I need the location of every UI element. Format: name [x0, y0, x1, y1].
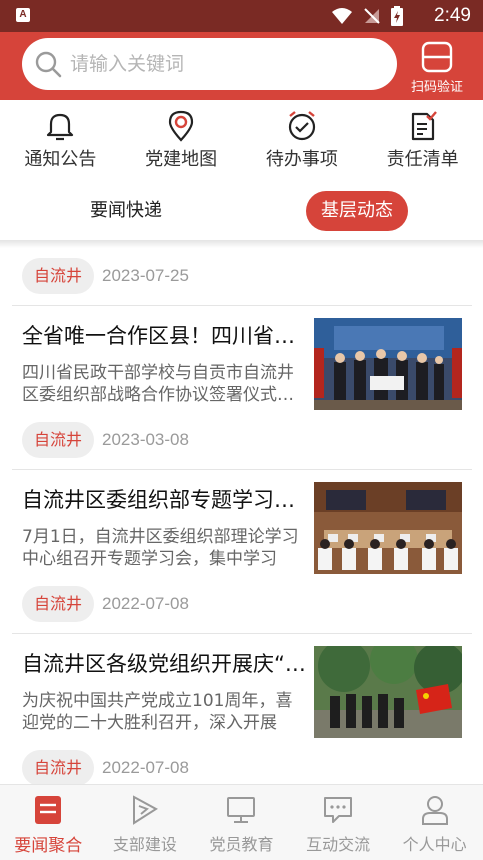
- news-feed[interactable]: 自流井 2023-07-25 全省唯一合作区县！四川省民政干部学校与自贡市自流井…: [0, 248, 483, 784]
- scan-button[interactable]: 扫码验证: [405, 38, 469, 96]
- nav-member-education[interactable]: 党员教育: [193, 785, 290, 860]
- quick-action-notices[interactable]: 通知公告: [0, 100, 121, 180]
- news-summary: 为庆祝中国共产党成立101周年，喜迎党的二十大胜利召开，深入开展: [22, 691, 293, 733]
- meeting-room-photo: [314, 482, 462, 574]
- publish-date: 2023-07-25: [102, 266, 189, 285]
- flag-icon: [132, 795, 158, 825]
- divider: [12, 633, 472, 634]
- status-icons: [331, 6, 403, 26]
- status-bar: A 2:49: [0, 0, 483, 32]
- outdoor-flag-photo: [314, 646, 462, 738]
- monitor-icon: [227, 797, 256, 823]
- divider: [12, 305, 472, 306]
- publish-date: 2023-03-08: [102, 430, 189, 449]
- clock: 2:49: [434, 5, 471, 26]
- nav-label: 支部建设: [112, 835, 177, 854]
- quick-action-checklist[interactable]: 责任清单: [362, 100, 483, 180]
- quick-action-label: 通知公告: [24, 149, 97, 170]
- news-summary: 四川省民政干部学校与自贡市自流井区委组织部战略合作协议签署仪式举行: [22, 363, 294, 405]
- no-signal-icon: [364, 8, 380, 24]
- news-title[interactable]: 自流井区委组织部专题学习会召开: [22, 484, 306, 514]
- quick-action-todo[interactable]: 待办事项: [242, 100, 363, 180]
- map-pin-icon: [169, 110, 194, 142]
- bottom-nav: 要闻聚合 支部建设 党员教育 互动交流 个人中心: [0, 784, 483, 860]
- nav-profile[interactable]: 个人中心: [386, 785, 483, 860]
- item-meta: 自流井 2022-07-08: [22, 586, 189, 624]
- chat-icon: [324, 797, 353, 823]
- item-meta: 自流井 2023-07-25: [22, 258, 189, 296]
- battery-charging-icon: [391, 6, 403, 26]
- news-title[interactable]: 自流井区各级党组织开展庆“七一”系列活动: [22, 648, 306, 678]
- alarm-clock-icon: [288, 111, 315, 141]
- scan-label: 扫码验证: [410, 80, 463, 95]
- nav-label: 要闻聚合: [14, 836, 83, 856]
- search-bar[interactable]: [22, 38, 397, 90]
- nav-news-aggregate[interactable]: 要闻聚合: [0, 785, 97, 860]
- news-thumbnail[interactable]: [314, 646, 462, 738]
- quick-action-label: 党建地图: [145, 149, 218, 170]
- tab-news-express[interactable]: 要闻快递: [66, 191, 186, 231]
- wifi-icon: [332, 8, 352, 24]
- publish-date: 2022-07-08: [102, 594, 189, 613]
- quick-actions: 通知公告 党建地图 待办事项 责任清单: [0, 100, 483, 180]
- nav-label: 党员教育: [209, 835, 274, 854]
- header: 扫码验证: [0, 32, 483, 100]
- search-input[interactable]: [70, 46, 380, 82]
- bell-icon: [47, 113, 74, 141]
- news-title[interactable]: 全省唯一合作区县！四川省民政干部学校与自贡市自流井区委组织部战略合作协议签署: [22, 320, 306, 350]
- news-icon: [35, 796, 62, 824]
- quick-action-label: 待办事项: [265, 149, 338, 170]
- quick-action-map[interactable]: 党建地图: [121, 100, 242, 180]
- nav-branch-building[interactable]: 支部建设: [97, 785, 194, 860]
- news-thumbnail[interactable]: [314, 318, 462, 410]
- tabs-shadow-divider: [0, 240, 483, 248]
- region-tag[interactable]: 自流井: [22, 422, 95, 458]
- publish-date: 2022-07-08: [102, 758, 189, 777]
- divider: [12, 469, 472, 470]
- app-notification-icon: A: [16, 8, 30, 22]
- news-summary: 7月1日，自流井区委组织部理论学习中心组召开专题学习会，集中学习: [22, 527, 299, 569]
- news-thumbnail[interactable]: [314, 482, 462, 574]
- nav-label: 个人中心: [402, 835, 467, 854]
- region-tag[interactable]: 自流井: [22, 258, 95, 294]
- item-meta: 自流井 2023-03-08: [22, 422, 189, 460]
- nav-interaction[interactable]: 互动交流: [290, 785, 387, 860]
- nav-label: 互动交流: [306, 835, 371, 854]
- tab-grassroots-updates[interactable]: 基层动态: [306, 191, 408, 231]
- region-tag[interactable]: 自流井: [22, 586, 95, 622]
- news-tabs: 要闻快递 基层动态: [0, 186, 483, 238]
- item-meta: 自流井 2022-07-08: [22, 750, 189, 784]
- user-icon: [421, 796, 448, 825]
- region-tag[interactable]: 自流井: [22, 750, 95, 784]
- search-icon: [35, 51, 62, 78]
- signing-ceremony-photo: [314, 318, 462, 410]
- scan-icon: [421, 41, 453, 73]
- checklist-icon: [411, 111, 437, 141]
- quick-action-label: 责任清单: [386, 149, 459, 170]
